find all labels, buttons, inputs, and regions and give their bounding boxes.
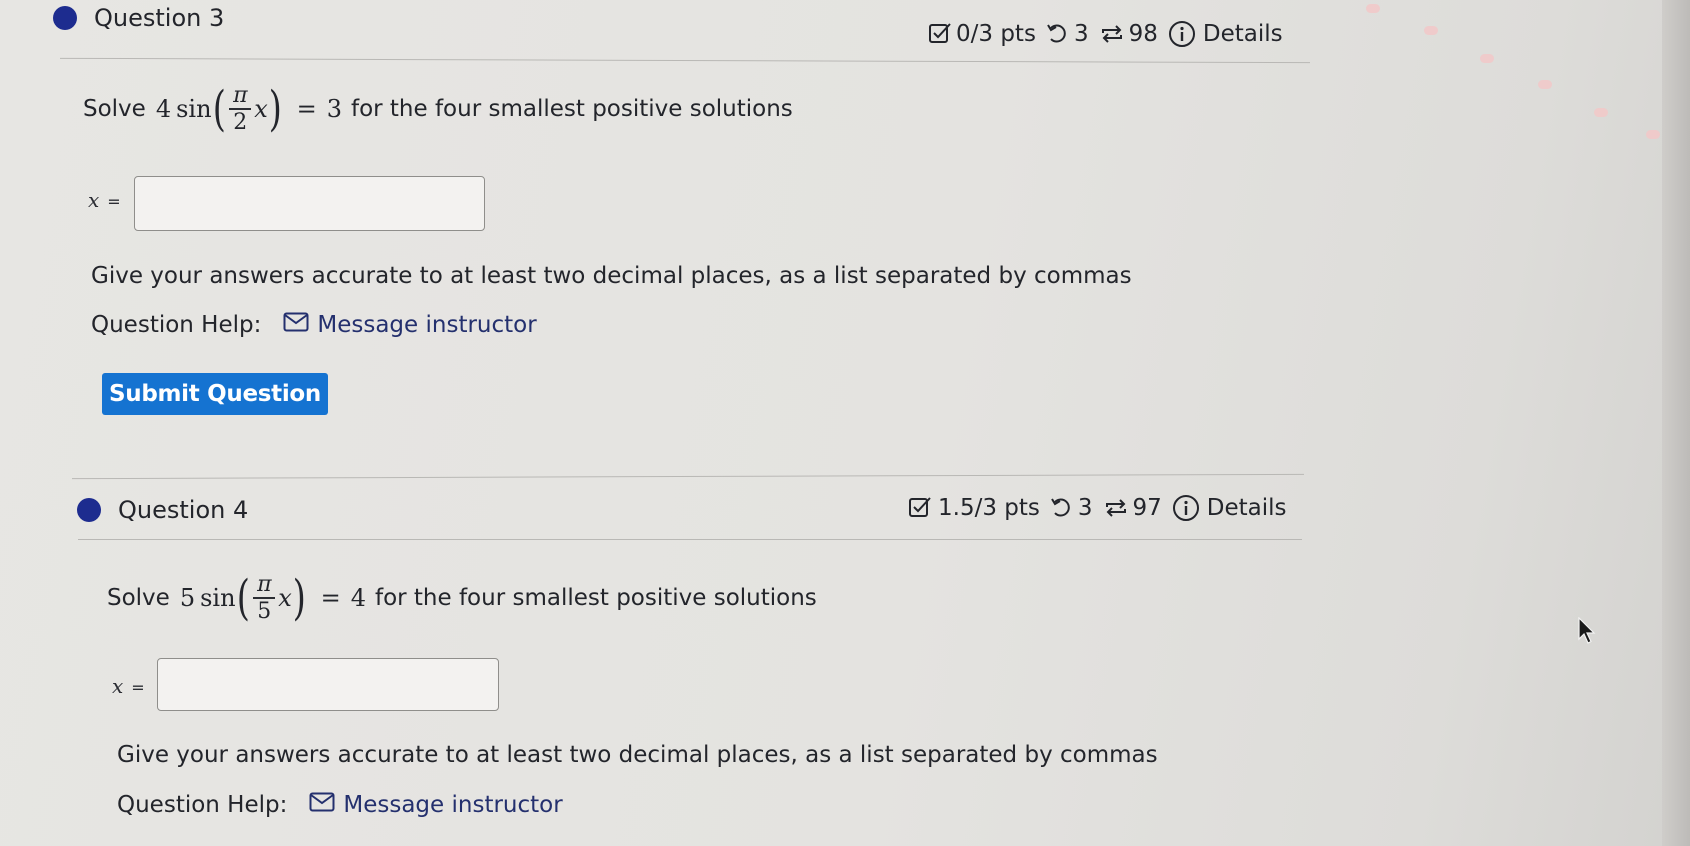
- prompt-prefix: Solve: [83, 95, 146, 122]
- prompt-suffix: for the four smallest positive solutions: [374, 584, 817, 611]
- tries-count: 3: [1073, 21, 1089, 47]
- answer-label: x =: [88, 188, 121, 212]
- question-status-dot: [53, 6, 77, 30]
- question-title: Question 3: [94, 4, 225, 32]
- equation-rhs: 4: [350, 583, 366, 612]
- score-text: 0/3 pts: [956, 21, 1036, 47]
- help-label: Question Help:: [117, 792, 288, 818]
- retakes-count: 97: [1132, 495, 1162, 521]
- answer-label: x =: [112, 674, 145, 698]
- instructions: Give your answers accurate to at least t…: [117, 742, 1158, 768]
- help-label: Question Help:: [91, 312, 262, 338]
- prompt-suffix: for the four smallest positive solutions: [350, 95, 793, 122]
- equals-sign: =: [320, 583, 341, 612]
- checkbox-pencil-icon: [928, 22, 952, 46]
- fraction-denominator: 2: [233, 109, 248, 135]
- prompt-prefix: Solve: [107, 584, 170, 611]
- details-link[interactable]: Details: [1168, 20, 1283, 48]
- header-divider: [78, 539, 1302, 540]
- right-paren: ): [268, 80, 282, 137]
- header-divider: [60, 57, 1310, 64]
- screen-glare: [1366, 4, 1380, 13]
- tries-count: 3: [1077, 495, 1093, 521]
- envelope-icon: [283, 312, 317, 338]
- question-prompt: Solve 5 sin ( π 5 x ) = 4 for the four s…: [107, 573, 817, 623]
- fraction: π 2: [229, 83, 252, 135]
- right-paren: ): [292, 569, 306, 626]
- repeat-icon: [1103, 496, 1129, 520]
- screen-glare: [1538, 80, 1552, 89]
- undo-icon: [1050, 496, 1074, 520]
- retakes-count: 98: [1128, 21, 1158, 47]
- left-paren: (: [236, 569, 250, 626]
- details-label: Details: [1206, 495, 1287, 521]
- equation-variable: x: [254, 94, 268, 123]
- details-link[interactable]: Details: [1172, 494, 1287, 522]
- question-prompt: Solve 4 sin ( π 2 x ) = 3 for the four s…: [83, 84, 793, 134]
- answer-input[interactable]: [134, 176, 485, 231]
- fraction: π 5: [253, 572, 276, 624]
- message-instructor-label: Message instructor: [343, 792, 563, 818]
- equation-function: sin: [200, 583, 236, 612]
- question-status-dot: [77, 498, 101, 522]
- equals-sign: =: [296, 94, 317, 123]
- fraction-numerator: π: [257, 572, 272, 597]
- question-help: Question Help: Message instructor: [117, 792, 563, 818]
- question-help: Question Help: Message instructor: [91, 312, 537, 338]
- equation: 5 sin ( π 5 x ) = 4: [180, 573, 366, 623]
- mouse-pointer-icon: [1578, 616, 1596, 649]
- checkbox-pencil-icon: [908, 496, 932, 520]
- equation-coefficient: 5: [179, 583, 196, 612]
- equation: 4 sin ( π 2 x ) = 3: [156, 84, 342, 134]
- question-title: Question 4: [118, 496, 249, 524]
- repeat-icon: [1099, 22, 1125, 46]
- equation-variable: x: [278, 583, 292, 612]
- left-paren: (: [212, 80, 226, 137]
- answer-input[interactable]: [157, 658, 499, 711]
- score-text: 1.5/3 pts: [938, 495, 1040, 521]
- info-circle-icon: [1168, 20, 1196, 48]
- message-instructor-link[interactable]: Message instructor: [283, 312, 537, 338]
- question-meta: 1.5/3 pts 3 97 Details: [908, 494, 1287, 522]
- undo-icon: [1046, 22, 1070, 46]
- screen-glare: [1646, 130, 1660, 139]
- screen-edge: [1662, 0, 1690, 846]
- section-divider: [72, 473, 1304, 480]
- screen-glare: [1594, 108, 1608, 117]
- submit-question-button[interactable]: Submit Question: [102, 373, 328, 415]
- question-meta: 0/3 pts 3 98 Details: [928, 20, 1283, 48]
- equation-function: sin: [176, 94, 212, 123]
- equation-rhs: 3: [326, 94, 342, 123]
- details-label: Details: [1202, 21, 1283, 47]
- instructions: Give your answers accurate to at least t…: [91, 263, 1132, 289]
- fraction-numerator: π: [233, 83, 248, 108]
- screen-glare: [1424, 26, 1438, 35]
- screen-glare: [1480, 54, 1494, 63]
- equation-coefficient: 4: [155, 94, 172, 123]
- fraction-denominator: 5: [257, 598, 272, 624]
- envelope-icon: [309, 792, 343, 818]
- info-circle-icon: [1172, 494, 1200, 522]
- message-instructor-label: Message instructor: [317, 312, 537, 338]
- message-instructor-link[interactable]: Message instructor: [309, 792, 563, 818]
